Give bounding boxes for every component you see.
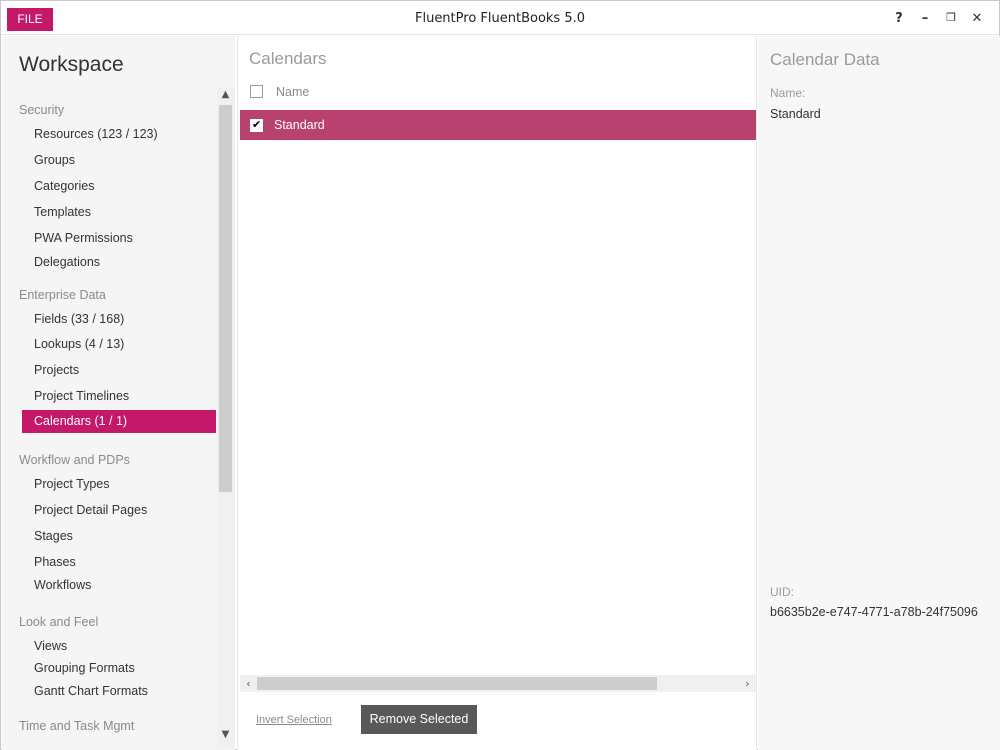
title-bar: FILE FluentPro FluentBooks 5.0 ? – ❐ ✕ (1, 1, 999, 35)
nav-item-stages[interactable]: Stages (22, 525, 216, 548)
minimize-icon[interactable]: – (917, 11, 933, 26)
nav-item-pwa-permissions[interactable]: PWA Permissions (22, 227, 216, 250)
invert-selection-link[interactable]: Invert Selection (256, 714, 332, 726)
app-title: FluentPro FluentBooks 5.0 (414, 11, 585, 26)
calendars-h-scrollbar[interactable]: ‹ › (240, 675, 756, 692)
nav-item-lookups[interactable]: Lookups (4 / 13) (22, 333, 216, 356)
uid-label: UID: (770, 585, 794, 599)
nav-section-time-task-mgmt: Time and Task Mgmt (19, 719, 135, 733)
nav-item-views[interactable]: Views (22, 635, 216, 658)
name-label: Name: (770, 86, 806, 100)
sidebar-scrollbar[interactable]: ▲ ▼ (217, 88, 234, 748)
nav-section-look-and-feel: Look and Feel (19, 615, 99, 629)
calendars-h-scroll-thumb[interactable] (257, 677, 657, 690)
scroll-down-icon[interactable]: ▼ (217, 728, 234, 742)
nav-item-projects[interactable]: Projects (22, 359, 216, 382)
checkmark-icon: ✔ (252, 118, 262, 131)
nav-item-categories[interactable]: Categories (22, 175, 216, 198)
restore-icon[interactable]: ❐ (943, 11, 959, 24)
name-value: Standard (770, 107, 821, 121)
help-icon[interactable]: ? (891, 11, 907, 26)
nav-section-workflow-pdps: Workflow and PDPs (19, 453, 130, 467)
scroll-right-icon[interactable]: › (739, 675, 756, 692)
calendar-row[interactable]: ✔ Standard (240, 110, 756, 140)
sidebar-scroll-thumb[interactable] (219, 105, 232, 492)
workspace-sidebar: Workspace Security Resources (123 / 123)… (2, 36, 235, 750)
nav-item-resources[interactable]: Resources (123 / 123) (22, 123, 216, 146)
nav-item-fields[interactable]: Fields (33 / 168) (22, 308, 216, 331)
nav-item-groups[interactable]: Groups (22, 149, 216, 172)
nav-section-enterprise-data: Enterprise Data (19, 288, 106, 302)
nav-item-project-types[interactable]: Project Types (22, 473, 216, 496)
nav-item-grouping-formats[interactable]: Grouping Formats (22, 657, 216, 680)
close-icon[interactable]: ✕ (969, 11, 985, 26)
column-name-header[interactable]: Name (276, 85, 309, 99)
calendar-row-name: Standard (274, 118, 325, 132)
uid-value: b6635b2e-e747-4771-a78b-24f75096 (770, 605, 978, 619)
app-window: FILE FluentPro FluentBooks 5.0 ? – ❐ ✕ W… (0, 0, 1000, 750)
nav-item-templates[interactable]: Templates (22, 201, 216, 224)
nav-item-workflows[interactable]: Workflows (22, 574, 216, 597)
remove-selected-button[interactable]: Remove Selected (361, 705, 477, 734)
calendars-panel: Calendars Name ✔ Standard ‹ › Invert Sel… (237, 36, 757, 750)
row-checkbox[interactable]: ✔ (250, 118, 263, 132)
nav-item-gantt-chart-formats[interactable]: Gantt Chart Formats (22, 680, 216, 703)
nav-list: Security Resources (123 / 123) Groups Ca… (2, 36, 216, 750)
nav-item-calendars[interactable]: Calendars (1 / 1) (22, 410, 216, 433)
nav-item-project-timelines[interactable]: Project Timelines (22, 385, 216, 408)
calendar-data-title: Calendar Data (770, 50, 880, 69)
nav-item-phases[interactable]: Phases (22, 551, 216, 574)
scroll-up-icon[interactable]: ▲ (217, 88, 234, 102)
calendars-column-header: Name (240, 81, 756, 105)
nav-item-project-detail-pages[interactable]: Project Detail Pages (22, 499, 216, 522)
calendars-title: Calendars (249, 49, 327, 68)
scroll-left-icon[interactable]: ‹ (240, 675, 257, 692)
nav-item-delegations[interactable]: Delegations (22, 251, 216, 274)
calendar-data-panel: Calendar Data Name: Standard UID: b6635b… (758, 36, 1000, 750)
select-all-checkbox[interactable] (250, 85, 263, 98)
nav-section-security: Security (19, 103, 65, 117)
